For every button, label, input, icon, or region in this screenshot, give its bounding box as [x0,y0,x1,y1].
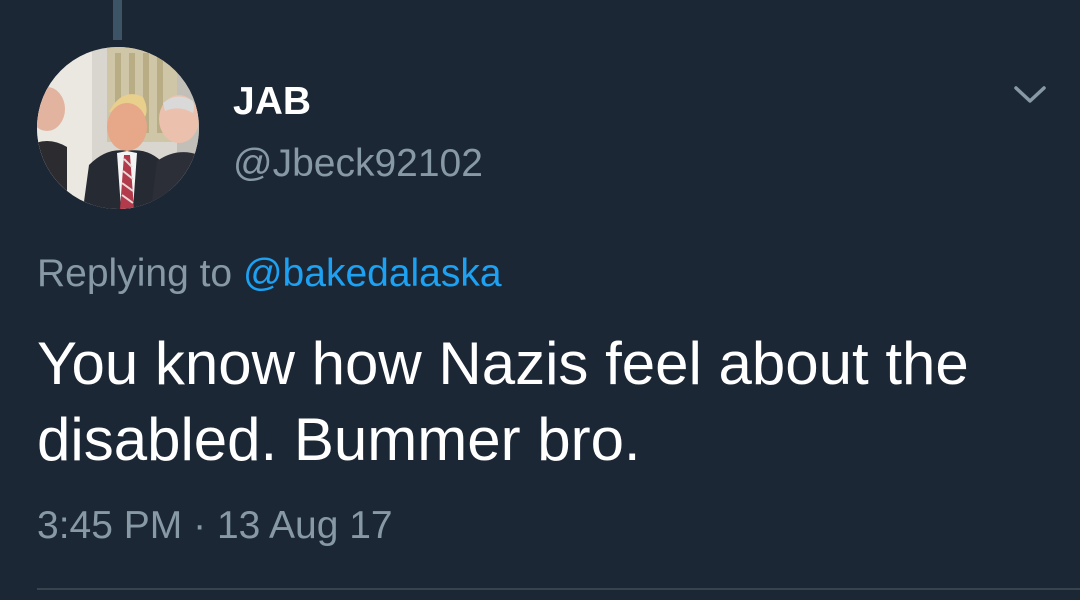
reply-to-user-link[interactable]: @bakedalaska [243,252,502,295]
replying-to-context: Replying to @bakedalaska [37,252,502,296]
thread-connector-line [113,0,122,40]
timestamp-separator: · [193,504,207,547]
tweet-timestamp[interactable]: 3:45 PM · 13 Aug 17 [37,504,393,548]
more-options-button[interactable] [1008,78,1052,110]
tweet-text: You know how Nazis feel about the disabl… [37,330,969,473]
tweet-card: JAB @Jbeck92102 Replying to @bakedalaska… [0,0,1080,600]
author-display-name[interactable]: JAB [233,80,311,124]
avatar[interactable] [37,47,199,209]
author-handle[interactable]: @Jbeck92102 [233,142,483,186]
replying-to-label: Replying to [37,252,233,295]
divider [37,588,1080,590]
tweet-date: 13 Aug 17 [216,504,393,547]
tweet-time: 3:45 PM [37,504,183,547]
chevron-down-icon [1014,86,1046,103]
profile-photo-icon [37,47,199,209]
